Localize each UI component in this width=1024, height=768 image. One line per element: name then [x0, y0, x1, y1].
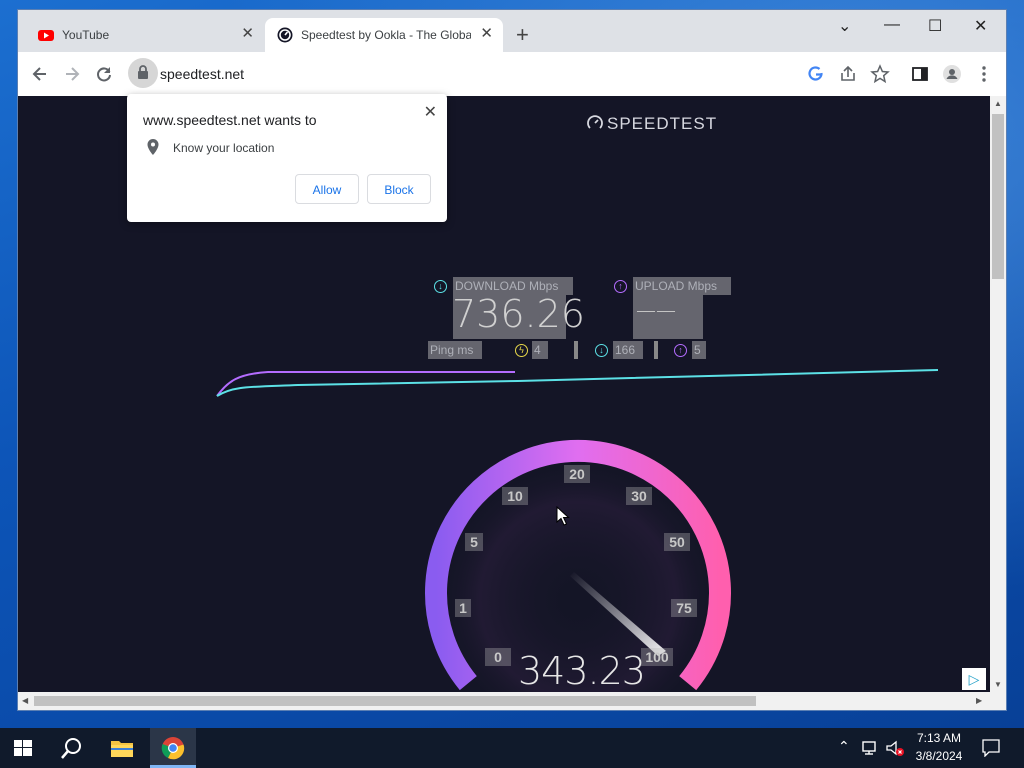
tray-expand-icon[interactable]: ⌃	[838, 738, 850, 755]
menu-kebab-icon[interactable]	[974, 64, 994, 84]
tab-speedtest[interactable]: Speedtest by Ookla - The Global Broadban…	[265, 18, 503, 52]
tab-close-icon[interactable]: ✕	[480, 26, 493, 42]
block-button[interactable]: Block	[367, 174, 431, 204]
lock-icon	[138, 65, 148, 79]
gauge-label-1: 1	[455, 599, 471, 617]
youtube-icon	[38, 30, 54, 41]
browser-toolbar: speedtest.net	[18, 52, 1006, 97]
location-pin-icon	[147, 139, 159, 155]
scroll-left-arrow-icon[interactable]: ◀	[22, 696, 28, 705]
gauge-label-20: 20	[564, 465, 590, 483]
vertical-scroll-thumb[interactable]	[992, 114, 1004, 279]
windows-start-icon[interactable]	[14, 740, 32, 756]
vertical-scrollbar[interactable]: ▲ ▼	[990, 96, 1006, 692]
gauge-label-0: 0	[485, 648, 511, 666]
site-info-button[interactable]	[128, 58, 158, 88]
minimize-button[interactable]: —	[884, 16, 900, 34]
gauge-label-75: 75	[671, 599, 697, 617]
location-permission-popup: www.speedtest.net wants to ✕ Know your l…	[127, 94, 447, 222]
scroll-right-arrow-icon[interactable]: ▶	[976, 696, 982, 705]
clock-time[interactable]: 7:13 AM	[910, 731, 968, 745]
close-window-button[interactable]: ✕	[974, 16, 987, 36]
popup-heading: www.speedtest.net wants to	[143, 112, 317, 128]
gauge-label-100: 100	[641, 648, 673, 666]
gauge-label-5: 5	[465, 533, 483, 551]
windows-taskbar: ⌃ 7:13 AM 3/8/2024	[0, 728, 1024, 768]
speedtest-icon	[277, 27, 293, 43]
tab-title: YouTube	[62, 28, 110, 42]
notifications-icon[interactable]	[982, 739, 1000, 757]
mouse-cursor-icon	[556, 506, 570, 526]
profile-avatar-icon[interactable]	[942, 64, 962, 84]
url-text: speedtest.net	[160, 66, 245, 82]
tab-strip: YouTube ✕ Speedtest by Ookla - The Globa…	[18, 10, 1006, 52]
side-panel-icon[interactable]	[910, 64, 930, 84]
tab-youtube[interactable]: YouTube ✕	[18, 18, 264, 52]
tab-close-icon[interactable]: ✕	[241, 26, 254, 42]
adchoices-icon[interactable]: ▷	[962, 668, 986, 690]
scroll-down-arrow-icon[interactable]: ▼	[994, 680, 1002, 689]
volume-muted-icon[interactable]	[886, 740, 906, 758]
tab-search-dropdown-icon[interactable]: ⌄	[838, 16, 851, 36]
scroll-up-arrow-icon[interactable]: ▲	[994, 99, 1002, 108]
google-lens-icon[interactable]	[806, 64, 826, 84]
search-icon[interactable]	[60, 736, 84, 760]
clock-date[interactable]: 3/8/2024	[910, 749, 968, 763]
maximize-button[interactable]: ☐	[928, 16, 942, 36]
bookmark-star-icon[interactable]	[870, 64, 890, 84]
gauge-label-50: 50	[664, 533, 690, 551]
back-icon[interactable]	[30, 64, 50, 84]
tab-title: Speedtest by Ookla - The Global Broadban…	[301, 28, 471, 42]
file-explorer-icon[interactable]	[110, 738, 134, 758]
current-speed-value: 343.23	[518, 649, 646, 692]
gauge-label-10: 10	[502, 487, 528, 505]
popup-close-icon[interactable]: ✕	[424, 102, 437, 122]
new-tab-button[interactable]: +	[516, 24, 529, 46]
horizontal-scrollbar[interactable]: ◀ ▶	[18, 692, 1006, 710]
gauge-label-30: 30	[626, 487, 652, 505]
share-icon[interactable]	[838, 64, 858, 84]
chrome-taskbar-button[interactable]	[150, 728, 196, 768]
horizontal-scroll-thumb[interactable]	[34, 696, 756, 706]
forward-icon[interactable]	[62, 64, 82, 84]
reload-icon[interactable]	[94, 64, 114, 84]
permission-text: Know your location	[173, 141, 275, 155]
chrome-icon	[161, 737, 185, 760]
network-icon[interactable]	[862, 740, 880, 756]
allow-button[interactable]: Allow	[295, 174, 359, 204]
